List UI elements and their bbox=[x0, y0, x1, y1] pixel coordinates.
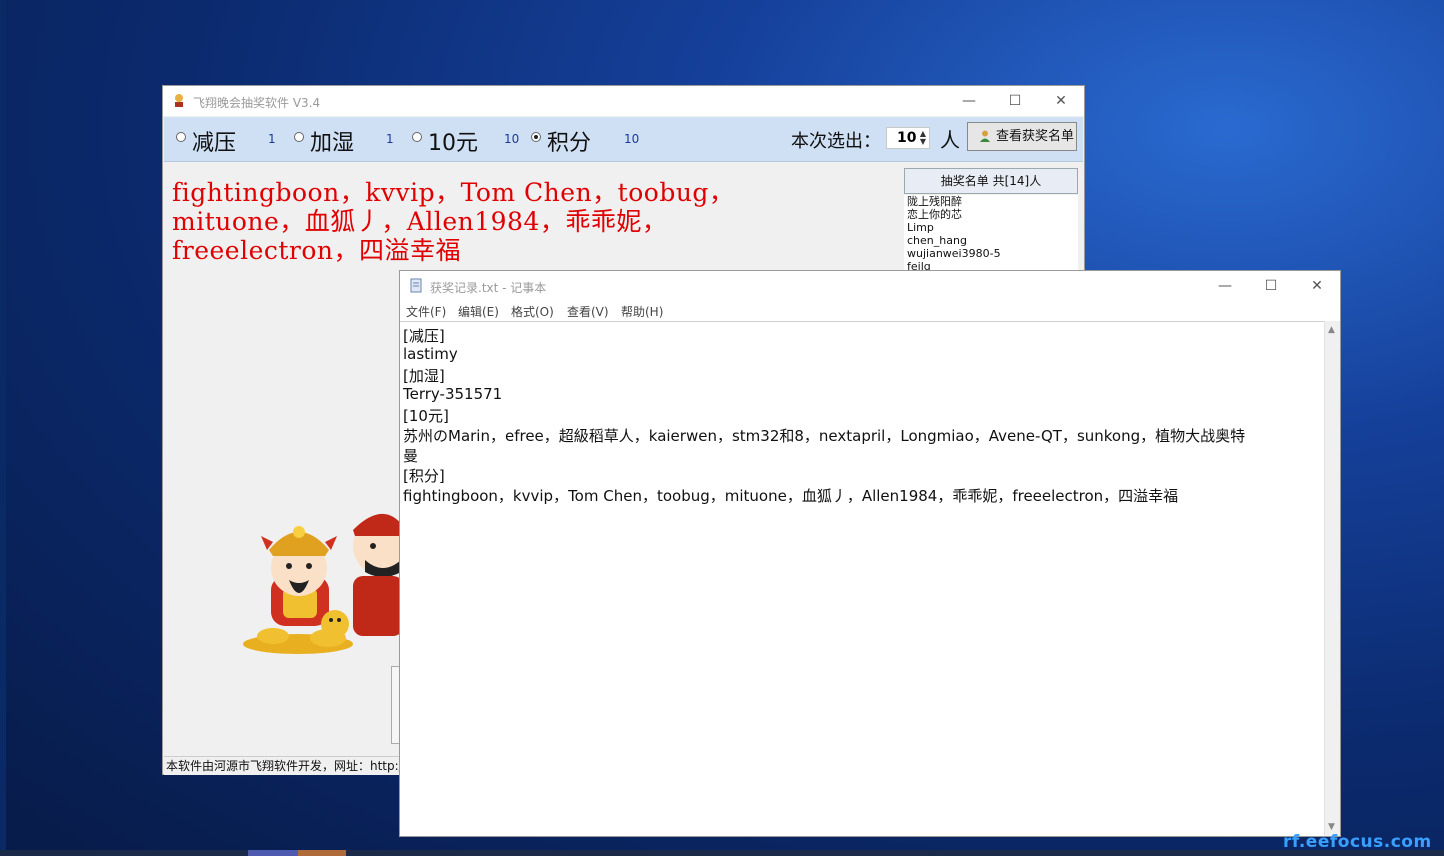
list-item[interactable]: 恋上你的芯 bbox=[907, 208, 1078, 221]
menu-file[interactable]: 文件(F) bbox=[406, 303, 446, 320]
participant-list: 抽奖名单 共[14]人 陇上残阳醉 恋上你的芯 Limp chen_hang w… bbox=[904, 168, 1078, 278]
god-of-wealth-mascot-image bbox=[243, 513, 403, 654]
menu-format[interactable]: 格式(O) bbox=[511, 303, 554, 320]
notepad-icon bbox=[410, 278, 422, 293]
close-icon[interactable]: ✕ bbox=[1038, 86, 1084, 116]
option-label-3[interactable]: 10元 bbox=[428, 125, 478, 157]
watermark-text: rf.eefocus.com bbox=[1283, 832, 1432, 852]
radio-option-1[interactable] bbox=[176, 132, 186, 142]
maximize-icon[interactable]: ☐ bbox=[1248, 271, 1294, 301]
desktop-edge bbox=[0, 0, 6, 856]
user-icon bbox=[980, 130, 990, 142]
select-count-spinner[interactable]: 10 ▲ ▼ bbox=[886, 127, 930, 149]
select-count-value: 10 bbox=[897, 130, 917, 146]
participant-list-body[interactable]: 陇上残阳醉 恋上你的芯 Limp chen_hang wujianwei3980… bbox=[904, 195, 1078, 278]
list-item[interactable]: wujianwei3980-5 bbox=[907, 247, 1078, 260]
winners-line: mituone，血狐丿，Allen1984，乖乖妮， bbox=[172, 207, 668, 236]
vertical-scrollbar[interactable]: ▲ ▼ bbox=[1324, 321, 1340, 836]
participant-list-header[interactable]: 抽奖名单 共[14]人 bbox=[904, 168, 1078, 194]
radio-option-4[interactable] bbox=[531, 132, 541, 142]
text-line: Terry-351571 bbox=[403, 385, 503, 403]
taskbar bbox=[0, 850, 1444, 856]
option-count-1: 1 bbox=[268, 132, 276, 146]
select-count-label: 本次选出： bbox=[791, 131, 881, 152]
taskbar-item[interactable] bbox=[298, 850, 346, 856]
minimize-icon[interactable]: — bbox=[1202, 271, 1248, 301]
option-count-4: 10 bbox=[624, 132, 640, 146]
option-count-2: 1 bbox=[386, 132, 394, 146]
option-label-2[interactable]: 加湿 bbox=[310, 125, 354, 157]
option-label-4[interactable]: 积分 bbox=[547, 125, 591, 157]
menu-help[interactable]: 帮助(H) bbox=[621, 303, 663, 320]
text-line: fightingboon，kvvip，Tom Chen，toobug，mituo… bbox=[403, 487, 1179, 505]
winners-line: freeelectron，四溢幸福 bbox=[172, 236, 462, 265]
radio-option-3[interactable] bbox=[412, 132, 422, 142]
notepad-titlebar[interactable]: 获奖记录.txt - 记事本 — ☐ ✕ bbox=[400, 271, 1340, 300]
lottery-titlebar[interactable]: 飞翔晚会抽奖软件 V3.4 — ☐ ✕ bbox=[163, 86, 1084, 116]
radio-option-2[interactable] bbox=[294, 132, 304, 142]
text-editor[interactable]: [减压] lastimy [加湿] Terry-351571 [10元] 苏州の… bbox=[400, 321, 1324, 836]
text-line: [10元] bbox=[403, 407, 449, 425]
select-unit: 人 bbox=[940, 128, 960, 152]
option-label-1[interactable]: 减压 bbox=[192, 125, 236, 157]
menu-view[interactable]: 查看(V) bbox=[567, 303, 609, 320]
close-icon[interactable]: ✕ bbox=[1294, 271, 1340, 301]
app-icon bbox=[175, 94, 183, 107]
scroll-down-icon[interactable]: ▼ bbox=[1328, 822, 1335, 832]
list-item[interactable]: Limp bbox=[907, 221, 1078, 234]
menu-edit[interactable]: 编辑(E) bbox=[458, 303, 499, 320]
view-winners-button[interactable]: 查看获奖名单 bbox=[967, 122, 1077, 151]
scroll-up-icon[interactable]: ▲ bbox=[1328, 325, 1335, 335]
window-title: 飞翔晚会抽奖软件 V3.4 bbox=[193, 96, 321, 110]
option-count-3: 10 bbox=[504, 132, 520, 146]
notepad-title: 获奖记录.txt - 记事本 bbox=[430, 281, 547, 295]
view-winners-label: 查看获奖名单 bbox=[996, 129, 1075, 144]
maximize-icon[interactable]: ☐ bbox=[992, 86, 1038, 116]
notepad-window[interactable]: 获奖记录.txt - 记事本 — ☐ ✕ 文件(F) 编辑(E) 格式(O) 查… bbox=[399, 270, 1341, 837]
list-item[interactable]: chen_hang bbox=[907, 234, 1078, 247]
text-line: [加湿] bbox=[403, 367, 445, 385]
taskbar-item[interactable] bbox=[248, 850, 298, 856]
text-line: 曼 bbox=[403, 447, 419, 465]
winners-display: fightingboon，kvvip，Tom Chen，toobug， mitu… bbox=[172, 178, 892, 265]
menu-bar: 文件(F) 编辑(E) 格式(O) 查看(V) 帮助(H) bbox=[400, 300, 1340, 321]
list-item[interactable]: 陇上残阳醉 bbox=[907, 195, 1078, 208]
text-line: [积分] bbox=[403, 467, 445, 485]
minimize-icon[interactable]: — bbox=[946, 86, 992, 116]
spinner-arrows-icon[interactable]: ▲ ▼ bbox=[920, 130, 926, 146]
winners-line: fightingboon，kvvip，Tom Chen，toobug， bbox=[172, 178, 735, 207]
text-line: [减压] bbox=[403, 327, 445, 345]
prize-toolbar: 减压 1 加湿 1 10元 10 积分 10 本次选出： 10 ▲ ▼ 人 查看获… bbox=[164, 117, 1083, 162]
text-line: 苏州のMarin，efree，超級稻草人，kaierwen，stm32和8，ne… bbox=[403, 427, 1246, 445]
text-line: lastimy bbox=[403, 345, 458, 363]
